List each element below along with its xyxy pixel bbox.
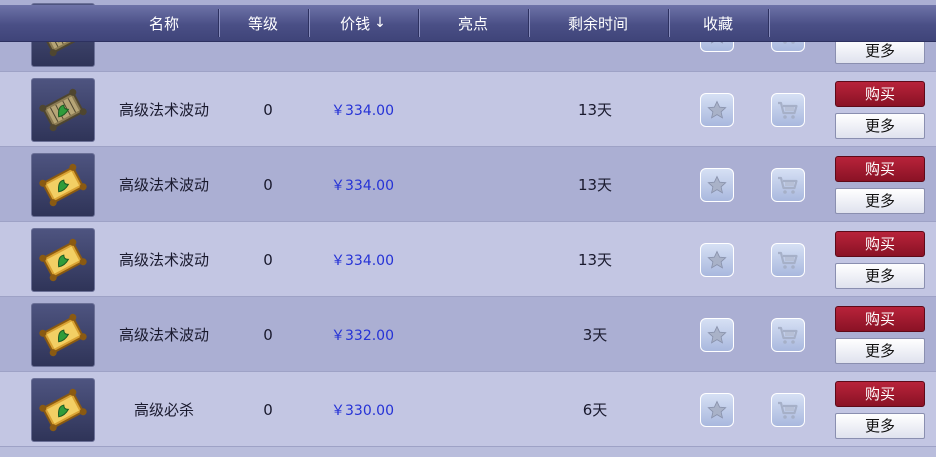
- favorite-cell: [698, 222, 736, 297]
- shopping-cart-icon[interactable]: [771, 392, 805, 427]
- item-time-left: 13天: [577, 251, 613, 269]
- table-row: 高级法术波动 0 ￥334.00 13天 购买更多: [0, 222, 936, 297]
- favorite-cell: [698, 297, 736, 372]
- table-header: 名称 等级 价钱 ↓ 亮点 剩余时间 收藏: [0, 5, 936, 42]
- header-divider: [218, 9, 219, 37]
- item-time-left: 13天: [577, 176, 613, 194]
- item-level: 0: [263, 100, 273, 119]
- item-time-left: 3天: [582, 326, 608, 344]
- scroll-icon-bamboo[interactable]: [31, 77, 95, 142]
- item-level: 0: [263, 175, 273, 194]
- shopping-cart-icon[interactable]: [771, 92, 805, 127]
- favorite-star-icon[interactable]: [700, 92, 734, 127]
- buy-button[interactable]: 购买: [835, 230, 925, 257]
- cart-cell: [768, 147, 808, 222]
- buy-button[interactable]: 购买: [835, 80, 925, 107]
- scroll-icon-gold[interactable]: [31, 377, 95, 442]
- item-icon-cell: [28, 372, 98, 447]
- item-price: ￥334.00: [331, 102, 394, 119]
- buy-button[interactable]: 购买: [835, 155, 925, 182]
- column-header-favorite[interactable]: 收藏: [668, 5, 768, 41]
- table-row: 高级必杀 0 ￥330.00 6天 购买更多: [0, 372, 936, 447]
- header-divider: [768, 9, 769, 37]
- item-name: 高级法术波动: [118, 176, 209, 194]
- action-cell: 购买更多: [834, 72, 926, 147]
- buy-button[interactable]: 购买: [835, 305, 925, 332]
- scroll-icon-gold[interactable]: [31, 227, 95, 292]
- scroll-icon-gold[interactable]: [31, 302, 95, 367]
- item-icon-cell: [28, 72, 98, 147]
- item-icon-cell: [28, 222, 98, 297]
- cart-cell: [768, 222, 808, 297]
- table-row: 高级法术波动 0 ￥334.00 13天 购买更多: [0, 147, 936, 222]
- column-header-highlight[interactable]: 亮点: [418, 5, 528, 41]
- more-button[interactable]: 更多: [835, 262, 925, 289]
- item-icon-cell: [28, 297, 98, 372]
- more-button[interactable]: 更多: [835, 412, 925, 439]
- item-name: 高级法术波动: [118, 101, 209, 119]
- cart-cell: [768, 72, 808, 147]
- header-divider: [528, 9, 529, 37]
- item-price: ￥334.00: [331, 177, 394, 194]
- cart-cell: [768, 297, 808, 372]
- cart-cell: [768, 372, 808, 447]
- buy-button[interactable]: 购买: [835, 380, 925, 407]
- table-row: 高级法术波动 0 ￥334.00 13天 购买更多: [0, 72, 936, 147]
- item-price: ￥334.00: [331, 252, 394, 269]
- more-button[interactable]: 更多: [835, 187, 925, 214]
- column-header-name[interactable]: 名称: [100, 5, 228, 41]
- favorite-cell: [698, 72, 736, 147]
- shopping-cart-icon[interactable]: [771, 167, 805, 202]
- header-divider: [668, 9, 669, 37]
- item-level: 0: [263, 325, 273, 344]
- header-divider: [418, 9, 419, 37]
- shopping-cart-icon[interactable]: [771, 242, 805, 277]
- more-button[interactable]: 更多: [835, 112, 925, 139]
- favorite-star-icon[interactable]: [700, 392, 734, 427]
- favorite-cell: [698, 372, 736, 447]
- shopping-cart-icon[interactable]: [771, 317, 805, 352]
- item-name: 高级法术波动: [118, 251, 209, 269]
- column-header-price[interactable]: 价钱 ↓: [308, 5, 418, 41]
- favorite-star-icon[interactable]: [700, 242, 734, 277]
- column-header-level[interactable]: 等级: [218, 5, 308, 41]
- sort-down-arrow-icon: ↓: [374, 15, 386, 31]
- more-button[interactable]: 更多: [835, 337, 925, 364]
- column-header-time-left[interactable]: 剩余时间: [528, 5, 668, 41]
- favorite-star-icon[interactable]: [700, 317, 734, 352]
- table-row: 高级法术波动 0 ￥332.00 3天 购买更多: [0, 297, 936, 372]
- action-cell: 购买更多: [834, 297, 926, 372]
- item-time-left: 6天: [582, 401, 608, 419]
- favorite-cell: [698, 147, 736, 222]
- item-name: 高级必杀: [133, 401, 194, 419]
- item-time-left: 13天: [577, 101, 613, 119]
- action-cell: 购买更多: [834, 372, 926, 447]
- item-level: 0: [263, 250, 273, 269]
- favorite-star-icon[interactable]: [700, 167, 734, 202]
- item-name: 高级法术波动: [118, 326, 209, 344]
- market-list-viewport[interactable]: 高级法术波动0￥334.0013天购买更多高级法术波动0￥334.0013天购买…: [0, 0, 936, 457]
- header-divider: [308, 9, 309, 37]
- scroll-icon-gold[interactable]: [31, 152, 95, 217]
- item-price: ￥332.00: [331, 327, 394, 344]
- item-level: 0: [263, 400, 273, 419]
- action-cell: 购买更多: [834, 222, 926, 297]
- action-cell: 购买更多: [834, 147, 926, 222]
- item-price: ￥330.00: [331, 402, 394, 419]
- item-icon-cell: [28, 147, 98, 222]
